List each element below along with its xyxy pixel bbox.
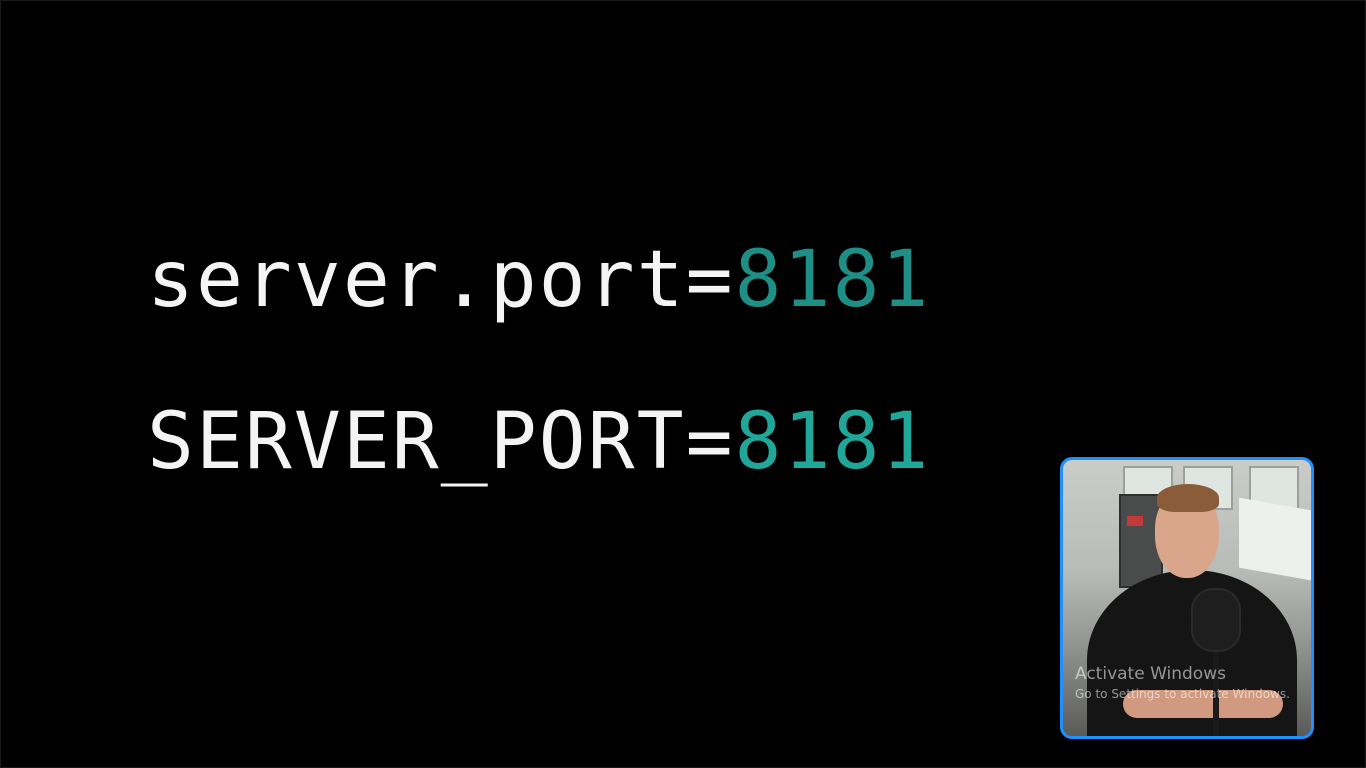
background-object [1127, 516, 1143, 526]
property-value: 8181 [734, 235, 931, 325]
property-key: server.port [147, 235, 686, 325]
env-var-key: SERVER_PORT [147, 397, 686, 487]
presenter-hair [1157, 484, 1219, 512]
env-var-value: 8181 [734, 397, 931, 487]
webcam-overlay: Activate Windows Go to Settings to activ… [1060, 457, 1314, 739]
watermark-subtitle: Go to Settings to activate Windows. [1075, 687, 1290, 701]
watermark-title: Activate Windows [1075, 664, 1226, 684]
microphone-icon [1191, 588, 1241, 652]
env-var-line: SERVER_PORT=8181 [147, 403, 930, 481]
background-table [1239, 497, 1311, 581]
equals-sign: = [685, 397, 735, 487]
windows-activation-watermark: Activate Windows Go to Settings to activ… [1075, 664, 1290, 702]
property-line-dot-notation: server.port=8181 [147, 241, 930, 319]
presentation-slide: server.port=8181 SERVER_PORT=8181 Activa… [0, 0, 1366, 768]
equals-sign: = [685, 235, 735, 325]
